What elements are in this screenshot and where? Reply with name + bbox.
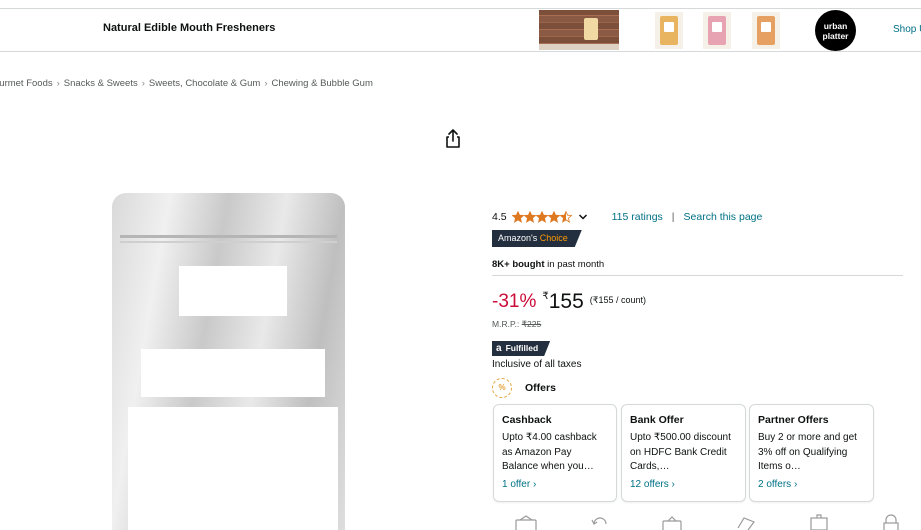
fulfilled-label: Fulfilled [505, 343, 539, 353]
pouch-zip [120, 235, 337, 238]
brand-logo-line2: platter [822, 31, 849, 41]
star-icon [511, 211, 524, 223]
brand-banner[interactable]: Natural Edible Mouth Fresheners urban pl… [0, 8, 921, 52]
offer-card-desc: Upto ₹500.00 discount on HDFC Bank Credi… [630, 432, 731, 472]
breadcrumb-item[interactable]: ourmet Foods [0, 78, 53, 89]
link-divider: | [671, 211, 675, 223]
mrp-value: ₹225 [521, 319, 542, 329]
replacement-icon [591, 517, 607, 525]
shop-brand-link[interactable]: Shop U [893, 24, 921, 35]
offer-card-bank[interactable]: Bank Offer Upto ₹500.00 discount on HDFC… [621, 404, 746, 502]
cod-icon [737, 517, 755, 530]
star-icon [535, 211, 548, 223]
ratings-count-link[interactable]: 115 ratings [612, 211, 663, 223]
offer-card-desc: Buy 2 or more and get 3% off on Qualifyi… [758, 432, 857, 472]
offer-percent-icon: % [492, 378, 512, 398]
rating-value: 4.5 [492, 211, 507, 223]
image-label-block [179, 266, 287, 316]
offer-card-partner[interactable]: Partner Offers Buy 2 or more and get 3% … [749, 404, 874, 502]
banner-product-thumb[interactable] [655, 12, 683, 49]
bought-count: 8K+ bought [492, 259, 545, 270]
section-divider [492, 275, 903, 276]
amazon-a-icon: a [496, 343, 502, 354]
rating-row: 4.5 115 ratings | Search this page [492, 211, 762, 223]
discount-percent: -31% [492, 291, 537, 312]
star-icon [559, 211, 572, 223]
badge-prefix: Amazon's [498, 233, 538, 243]
brand-logo-line1: urban [823, 21, 848, 31]
offer-card-link[interactable]: 1 offer › [502, 479, 608, 490]
offers-title: Offers [525, 382, 556, 394]
banner-table-surface [539, 44, 619, 50]
breadcrumb-separator: › [56, 78, 60, 89]
chevron-down-icon[interactable] [578, 212, 588, 222]
banner-product-thumb[interactable] [752, 12, 780, 49]
star-icon [547, 211, 560, 223]
banner-pouch [584, 18, 598, 40]
badge-accent: Choice [539, 233, 568, 243]
image-label-block [141, 349, 325, 397]
star-icon [523, 211, 536, 223]
bought-in-past-month: 8K+ bought in past month [492, 259, 604, 270]
bought-suffix: in past month [544, 259, 605, 270]
breadcrumb-item[interactable]: Sweets, Chocolate & Gum [149, 78, 260, 89]
banner-lifestyle-image[interactable] [539, 10, 619, 50]
delivery-icon [515, 515, 537, 530]
amazons-choice-badge[interactable]: Amazon's Choice [492, 230, 582, 247]
mrp: M.R.P.: ₹225 [492, 319, 541, 330]
pack-label [664, 22, 674, 32]
amazon-delivered-icon [810, 514, 828, 530]
fulfilled-badge[interactable]: a Fulfilled [492, 341, 550, 356]
offer-card-title: Partner Offers [758, 414, 829, 426]
pack-label [712, 22, 722, 32]
search-this-page-link[interactable]: Search this page [684, 211, 763, 223]
breadcrumb-item[interactable]: Snacks & Sweets [64, 78, 138, 89]
secure-transaction-icon [883, 514, 899, 530]
mrp-label: M.R.P.: [492, 319, 520, 329]
payment-icon [662, 516, 682, 530]
star-rating[interactable] [511, 211, 572, 223]
breadcrumb-separator: › [141, 78, 145, 89]
brand-logo[interactable]: urban platter [815, 10, 856, 51]
pouch-zip-line [120, 241, 337, 243]
share-icon[interactable] [444, 129, 462, 149]
offer-card-cashback[interactable]: Cashback Upto ₹4.00 cashback as Amazon P… [493, 404, 617, 502]
breadcrumb-item[interactable]: Chewing & Bubble Gum [271, 78, 372, 89]
price-amount: 155 [548, 290, 584, 313]
breadcrumb-separator: › [264, 78, 268, 89]
offer-card-link[interactable]: 12 offers › [630, 479, 737, 490]
image-label-block [133, 407, 338, 530]
offer-card-desc: Upto ₹4.00 cashback as Amazon Pay Balanc… [502, 432, 597, 472]
offer-card-title: Cashback [502, 414, 552, 426]
offer-card-title: Bank Offer [630, 414, 684, 426]
taxes-note: Inclusive of all taxes [492, 359, 582, 370]
banner-product-thumb[interactable] [703, 12, 731, 49]
offer-card-link[interactable]: 2 offers › [758, 479, 865, 490]
unit-price: (₹155 / count) [589, 295, 647, 305]
pack-label [761, 22, 771, 32]
offers-header: % Offers [492, 378, 556, 398]
brand-banner-title[interactable]: Natural Edible Mouth Fresheners [103, 22, 275, 34]
price-row: -31% ₹ 155 (₹155 / count) [492, 290, 646, 314]
breadcrumb: ourmet Foods›Snacks & Sweets›Sweets, Cho… [0, 78, 373, 89]
